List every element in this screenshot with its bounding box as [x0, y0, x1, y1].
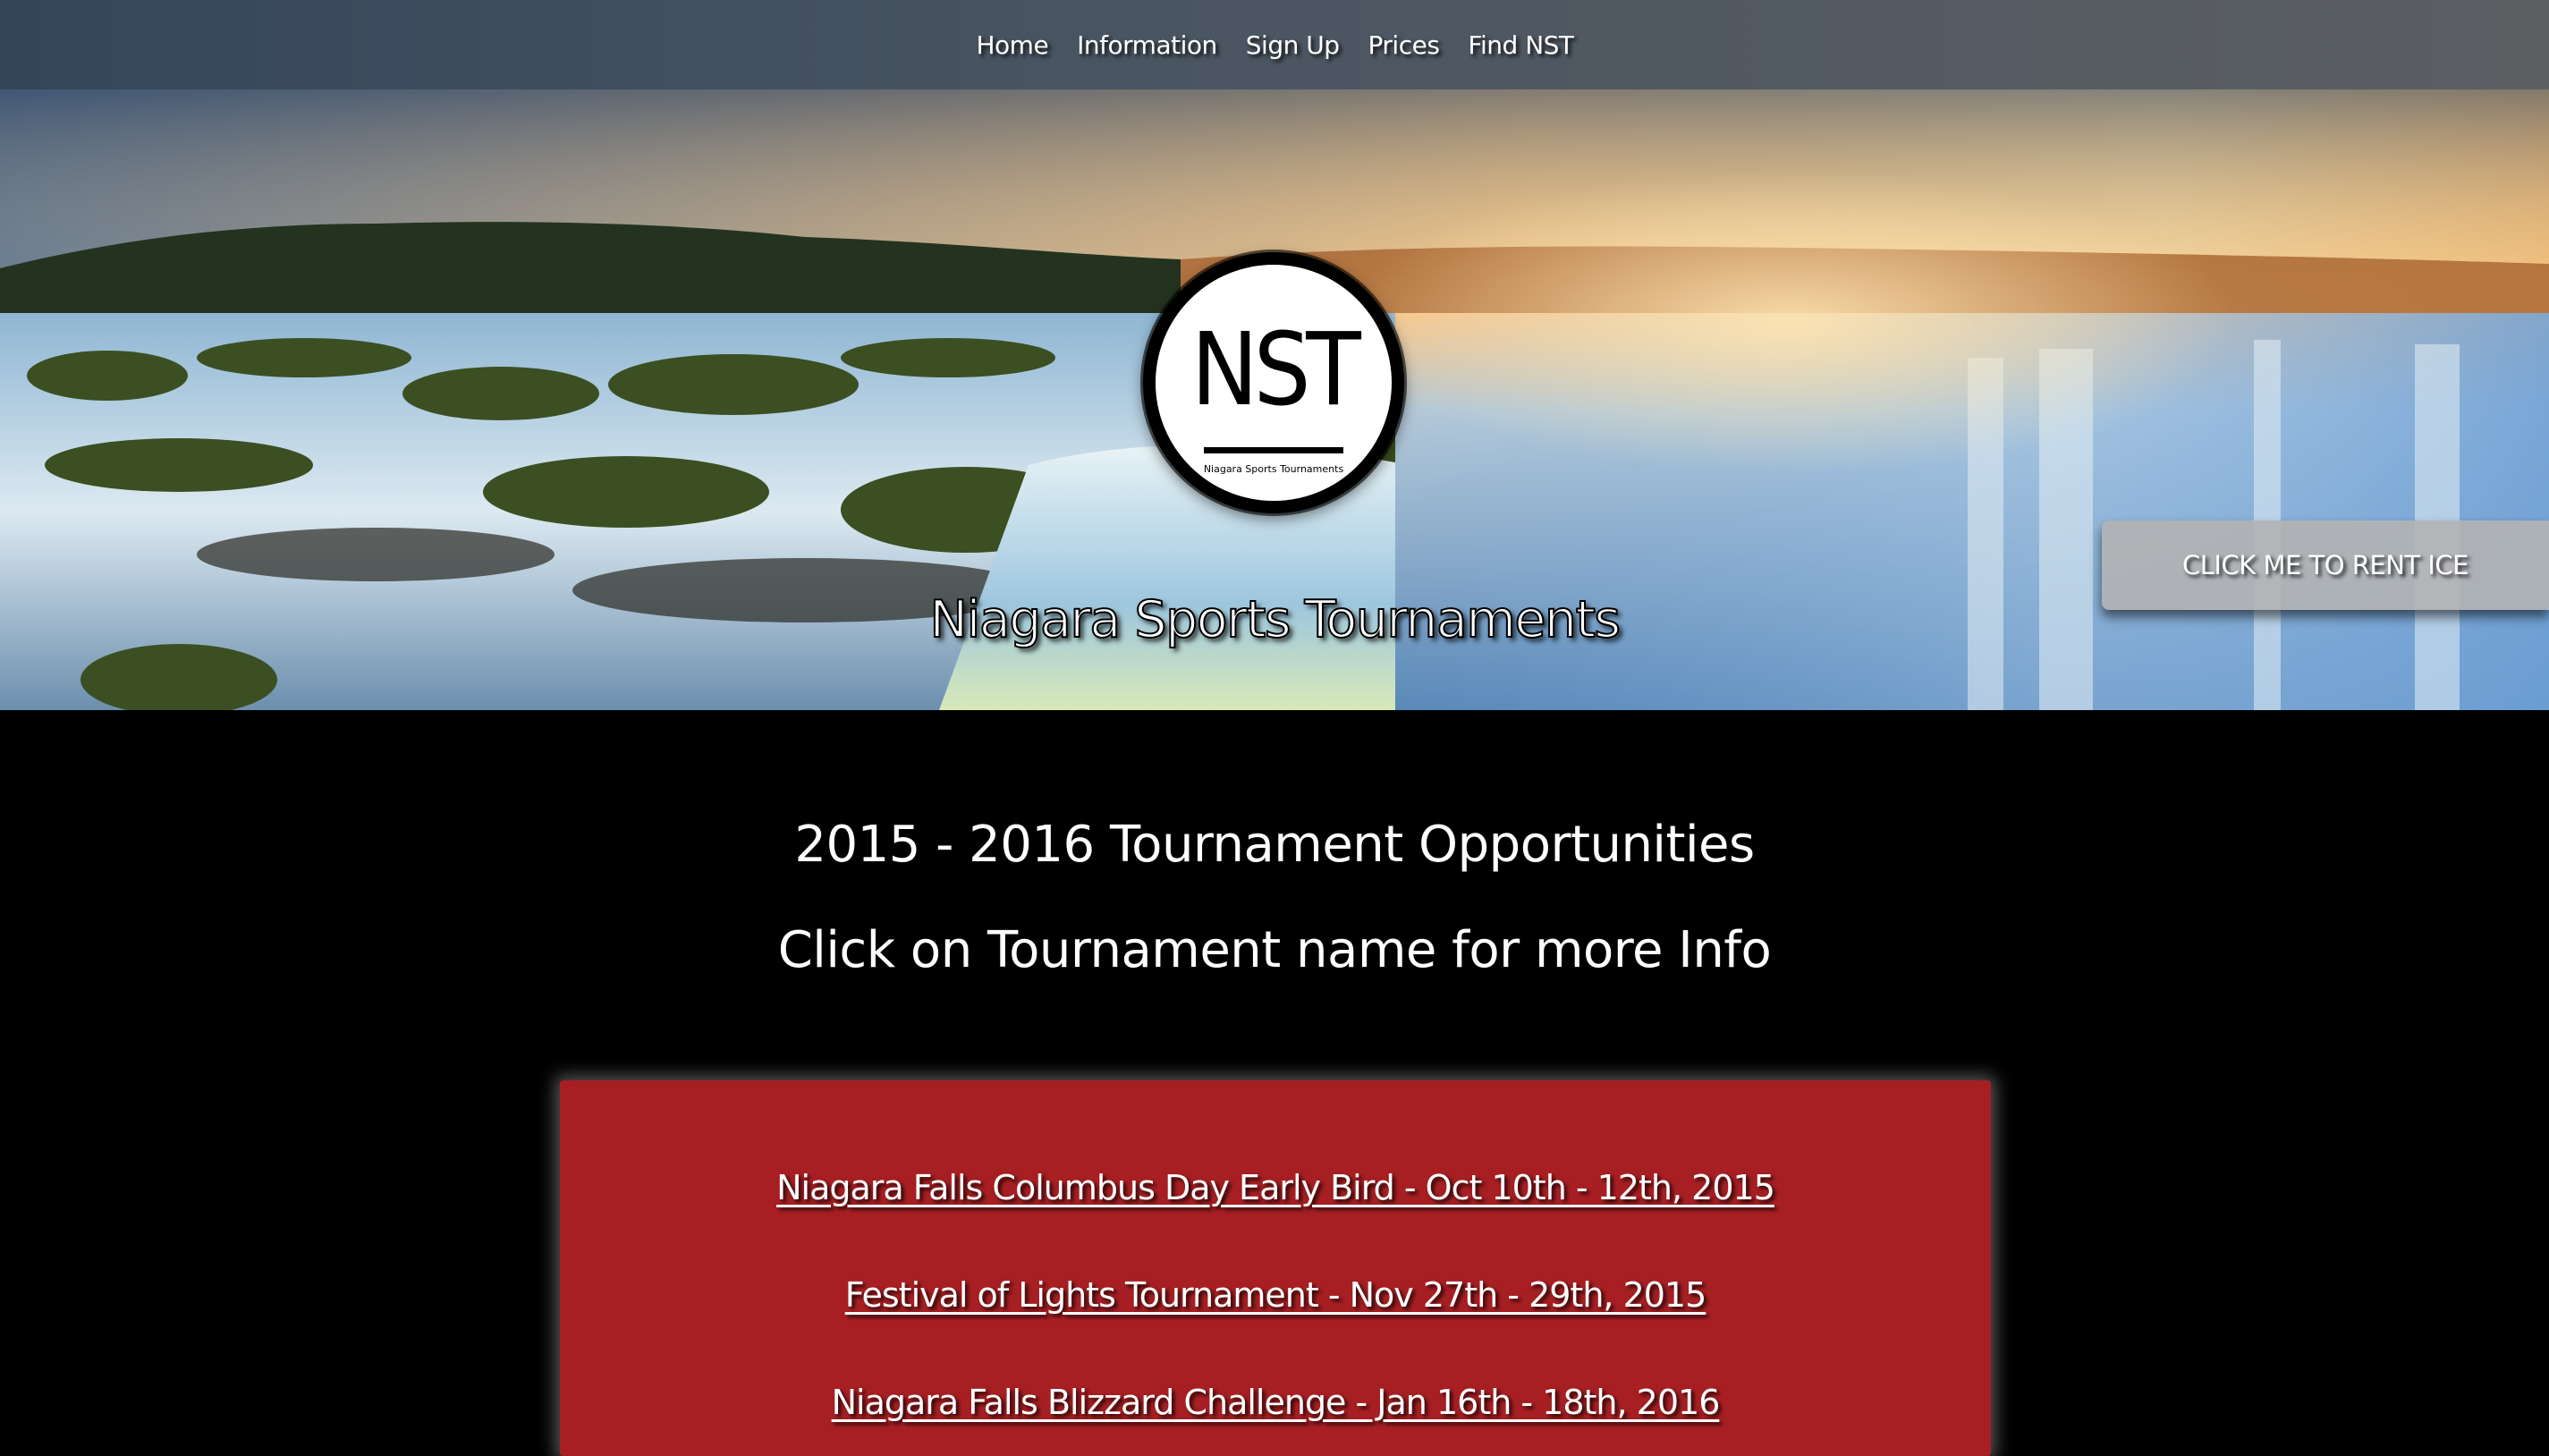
tournament-link-columbus-day[interactable]: Niagara Falls Columbus Day Early Bird - …	[560, 1168, 1991, 1207]
logo-subtitle: Niagara Sports Tournaments	[1203, 463, 1344, 475]
hockey-stick-icon	[1204, 447, 1343, 453]
tournament-list: Niagara Falls Columbus Day Early Bird - …	[560, 1080, 1991, 1456]
tournament-link-festival-of-lights[interactable]: Festival of Lights Tournament - Nov 27th…	[560, 1275, 1991, 1315]
page-heading: 2015 - 2016 Tournament Opportunities	[794, 816, 1755, 874]
nav-information-link[interactable]: Information	[1075, 30, 1219, 60]
nav-prices-link[interactable]: Prices	[1367, 30, 1442, 60]
top-nav: Home Information Sign Up Prices Find NST	[0, 0, 2549, 89]
page-subheading: Click on Tournament name for more Info	[777, 921, 1772, 979]
logo-mark-text: NST	[1190, 312, 1361, 428]
nav-find-nst-link[interactable]: Find NST	[1466, 30, 1575, 60]
nav-home-link[interactable]: Home	[974, 30, 1050, 60]
hero-banner: NST Niagara Sports Tournaments Niagara S…	[0, 89, 2549, 710]
tournament-link-blizzard-challenge[interactable]: Niagara Falls Blizzard Challenge - Jan 1…	[560, 1383, 1991, 1422]
rent-ice-button[interactable]: CLICK ME TO RENT ICE	[2102, 521, 2549, 610]
nav-sign-up-link[interactable]: Sign Up	[1244, 30, 1342, 60]
nst-logo[interactable]: NST Niagara Sports Tournaments	[1143, 252, 1404, 513]
